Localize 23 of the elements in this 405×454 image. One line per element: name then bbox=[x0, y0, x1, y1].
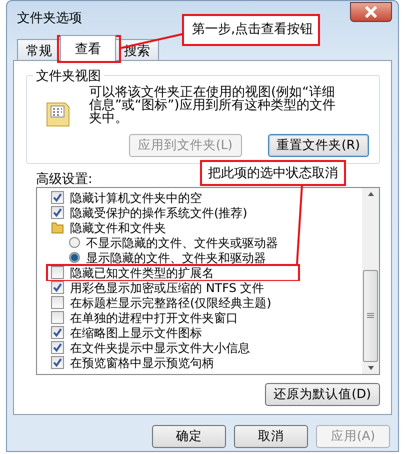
callout-note: 把此项的选中状态取消 bbox=[200, 160, 346, 186]
setting-label: 隐藏已知文件类型的扩展名 bbox=[70, 266, 214, 280]
setting-label: 隐藏文件和文件夹 bbox=[70, 220, 166, 234]
setting-label: 在单独的进程中打开文件夹窗口 bbox=[70, 310, 238, 324]
restore-defaults-button[interactable]: 还原为默认值(D) bbox=[264, 383, 380, 406]
setting-label: 不显示隐藏的文件、文件夹或驱动器 bbox=[86, 236, 278, 250]
window-title: 文件夹选项 bbox=[16, 10, 82, 27]
tab[interactable]: 查看 bbox=[60, 35, 116, 61]
setting-label: 隐藏计算机文件夹中的空 bbox=[70, 190, 202, 204]
advanced-settings-label: 高级设置: bbox=[36, 172, 92, 187]
setting-label: 用彩色显示加密或压缩的 NTFS 文件 bbox=[70, 280, 264, 294]
setting-label: 在文件夹提示中显示文件大小信息 bbox=[70, 340, 250, 354]
folder-view-button[interactable]: 重置文件夹(R) bbox=[268, 134, 369, 157]
setting-label: 在预览窗格中显示预览句柄 bbox=[70, 356, 214, 370]
description-text: 可以将该文件夹正在使用的视图(例如“详细信息”或“图标”)应用到所有这种类型的文件夹中。 bbox=[89, 86, 336, 125]
setting-label: 隐藏受保护的操作系统文件(推荐) bbox=[70, 206, 248, 220]
group-title: 文件夹视图 bbox=[33, 67, 104, 85]
setting-label: 在缩略图上显示文件图标 bbox=[70, 326, 202, 340]
dialog-button[interactable]: 确定 bbox=[152, 425, 226, 448]
setting-label: 显示隐藏的文件、文件夹和驱动器 bbox=[86, 250, 266, 264]
dialog-button[interactable]: 取消 bbox=[234, 425, 308, 448]
setting-label: 在标题栏显示完整路径(仅限经典主题) bbox=[70, 296, 272, 310]
callout-note: 第一步,点击查看按钮 bbox=[182, 14, 320, 46]
